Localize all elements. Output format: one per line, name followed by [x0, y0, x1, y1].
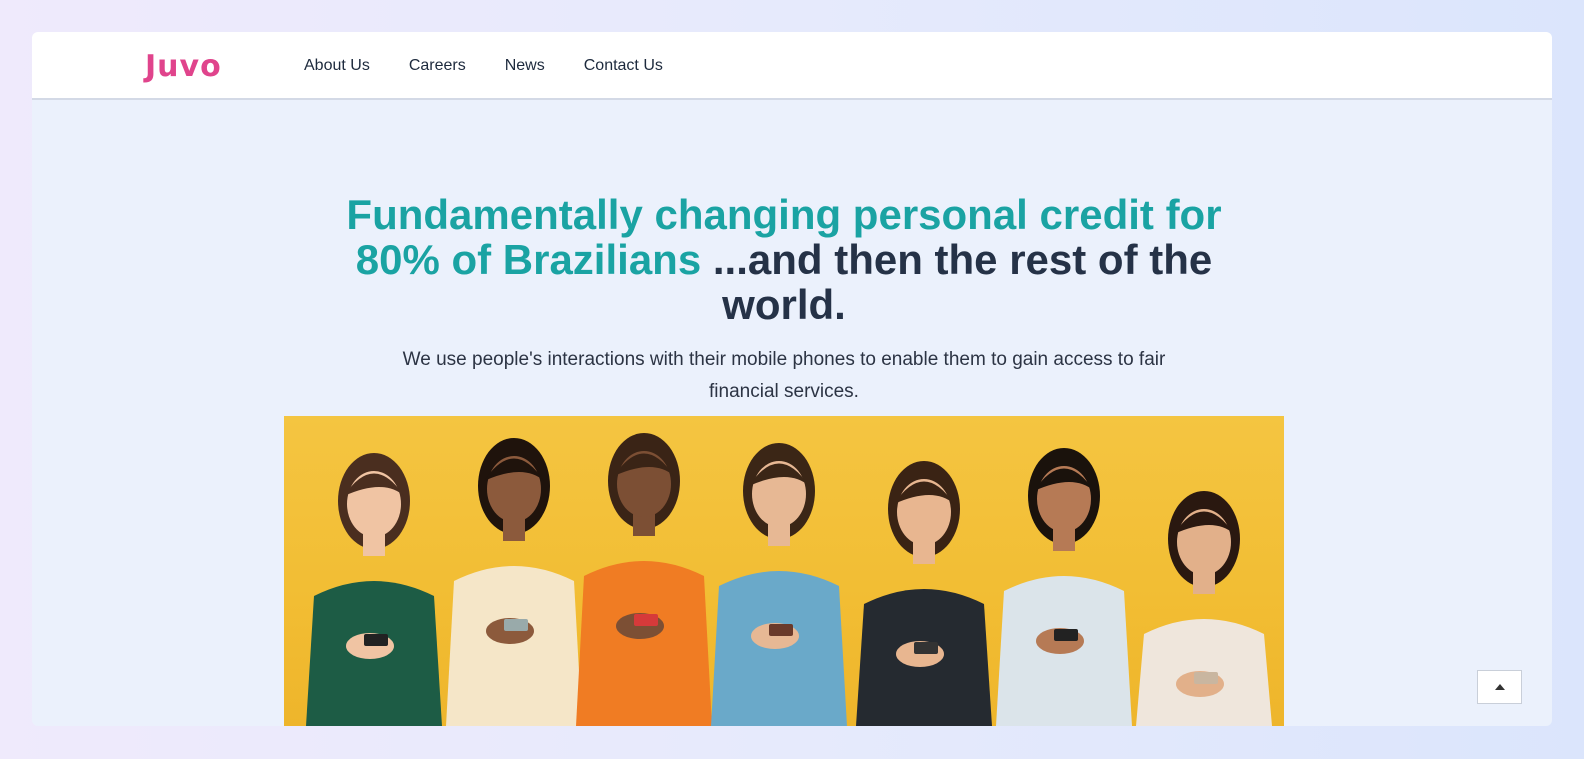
caret-up-icon — [1494, 684, 1505, 690]
people-with-phones-illustration — [306, 433, 1272, 726]
nav-careers[interactable]: Careers — [409, 57, 466, 75]
nav-news[interactable]: News — [505, 57, 545, 75]
nav-about-us[interactable]: About Us — [304, 57, 370, 75]
logo-wordmark: Juvo — [145, 48, 222, 84]
hero-photo — [284, 416, 1284, 726]
scroll-to-top-button[interactable] — [1477, 670, 1522, 704]
phone-icon — [769, 624, 793, 636]
phone-icon — [1054, 629, 1078, 641]
site-header: Juvo About Us Careers News Contact Us — [32, 32, 1552, 100]
hero-subtitle: We use people's interactions with their … — [402, 349, 1166, 402]
person-torso — [446, 566, 582, 726]
hero-headline: Fundamentally changing personal credit f… — [332, 192, 1236, 327]
phone-icon — [364, 634, 388, 646]
main-nav: About Us Careers News Contact Us — [304, 32, 702, 100]
phone-icon — [634, 614, 658, 626]
juvo-logo[interactable]: Juvo — [145, 46, 222, 86]
phone-icon — [504, 619, 528, 631]
phone-icon — [1194, 672, 1218, 684]
phone-icon — [914, 642, 938, 654]
nav-contact-us[interactable]: Contact Us — [584, 57, 663, 75]
browser-viewport: Juvo About Us Careers News Contact Us Fu… — [32, 32, 1552, 726]
person-torso — [576, 561, 712, 726]
hero-headline-rest: ...and then the rest of the world. — [701, 236, 1213, 328]
